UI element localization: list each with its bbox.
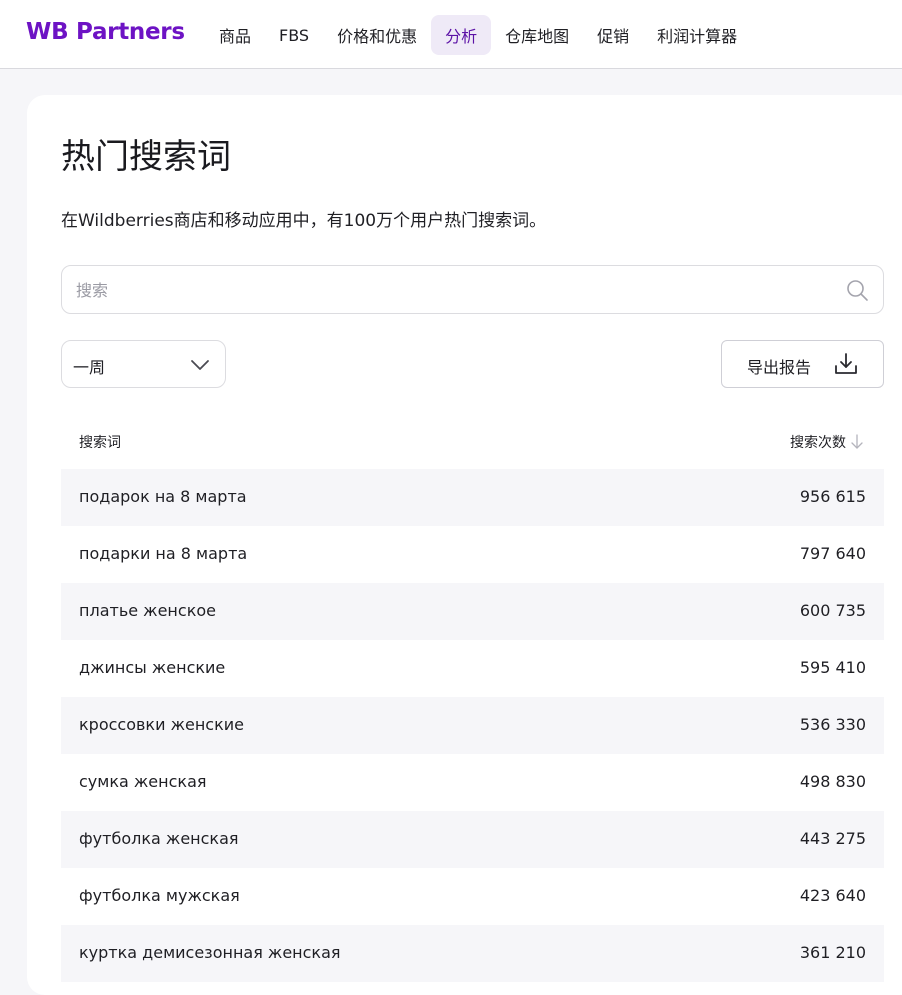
search-term-cell: подарки на 8 марта (79, 544, 248, 563)
export-report-button[interactable]: 导出报告 (721, 340, 884, 388)
nav-item-0[interactable]: 商品 (205, 15, 265, 55)
chevron-down-icon (191, 360, 209, 370)
search-input[interactable] (76, 276, 816, 304)
nav-item-4[interactable]: 仓库地图 (491, 15, 583, 55)
search-terms-table: подарок на 8 марта 956 615 подарки на 8 ма… (61, 469, 884, 982)
page-subtitle: 在Wildberries商店和移动应用中，有100万个用户热门搜索词。 (61, 211, 547, 231)
search-count-cell: 600 735 (799, 601, 866, 620)
table-row[interactable]: куртка демисезонная женская 361 210 (61, 925, 884, 982)
search-term-cell: платье женское (79, 601, 216, 620)
search-box (61, 265, 884, 314)
search-count-cell: 423 640 (799, 886, 866, 905)
search-term-cell: футболка женская (79, 829, 239, 848)
search-term-cell: футболка мужская (79, 886, 240, 905)
table-row[interactable]: подарок на 8 марта 956 615 (61, 469, 884, 526)
period-select[interactable]: 一周 (61, 340, 226, 388)
table-row[interactable]: кроссовки женские 536 330 (61, 697, 884, 754)
search-count-cell: 498 830 (799, 772, 866, 791)
wb-partners-logo[interactable]: WB Partners (26, 19, 185, 45)
search-count-cell: 443 275 (799, 829, 866, 848)
export-report-label: 导出报告 (747, 358, 812, 377)
table-row[interactable]: футболка мужская 423 640 (61, 868, 884, 925)
column-header-search-count[interactable]: 搜索次数 (790, 432, 864, 452)
search-term-cell: джинсы женские (79, 658, 226, 677)
nav-item-3[interactable]: 分析 (431, 15, 492, 55)
page-title: 热门搜索词 (61, 137, 231, 177)
column-header-search-term: 搜索词 (79, 435, 121, 451)
search-count-cell: 536 330 (799, 715, 866, 734)
arrow-down-icon (851, 434, 863, 449)
table-row[interactable]: сумка женская 498 830 (61, 754, 884, 811)
nav-item-2[interactable]: 价格和优惠 (323, 15, 431, 55)
search-count-cell: 595 410 (799, 658, 866, 677)
table-row[interactable]: платье женское 600 735 (61, 583, 884, 640)
column-header-search-count-label: 搜索次数 (790, 435, 846, 451)
search-term-cell: куртка демисезонная женская (79, 943, 341, 962)
download-icon (835, 353, 857, 374)
nav-item-5[interactable]: 促销 (583, 15, 643, 55)
search-term-cell: подарок на 8 марта (79, 487, 247, 506)
nav-item-1[interactable]: FBS (265, 15, 323, 55)
period-select-value: 一周 (73, 358, 106, 377)
main-nav: 商品 FBS 价格和优惠 分析 仓库地图 促销 利润计算器 (205, 15, 751, 55)
table-row[interactable]: джинсы женские 595 410 (61, 640, 884, 697)
top-navigation-bar: WB Partners 商品 FBS 价格和优惠 分析 仓库地图 促销 利润计算器 (0, 0, 902, 69)
table-row[interactable]: подарки на 8 марта 797 640 (61, 526, 884, 583)
table-row[interactable]: футболка женская 443 275 (61, 811, 884, 868)
nav-item-6[interactable]: 利润计算器 (643, 15, 751, 55)
search-count-cell: 361 210 (799, 943, 866, 962)
search-icon[interactable] (845, 278, 869, 302)
search-count-cell: 797 640 (799, 544, 866, 563)
search-count-cell: 956 615 (799, 487, 866, 506)
search-term-cell: кроссовки женские (79, 715, 244, 734)
search-term-cell: сумка женская (79, 772, 207, 791)
